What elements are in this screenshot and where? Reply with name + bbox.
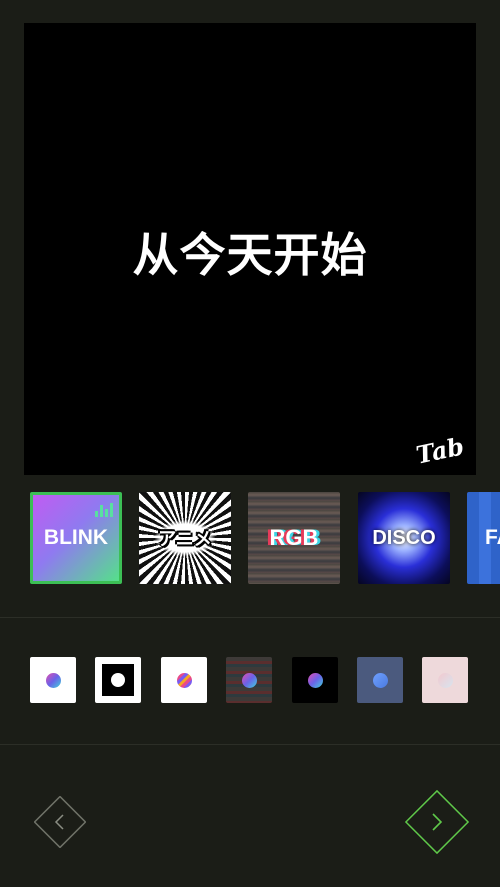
effect-rgb[interactable]: RGB: [248, 492, 340, 584]
style-white-gradient[interactable]: [30, 657, 76, 703]
effect-blink[interactable]: BLINK: [30, 492, 122, 584]
watermark-logo: Tab: [413, 431, 467, 470]
style-black-frame[interactable]: [95, 657, 141, 703]
equalizer-icon: [95, 503, 113, 517]
blue-dot-icon: [372, 672, 388, 688]
divider: [0, 617, 500, 618]
chevron-left-icon: [34, 796, 86, 848]
gradient-dot-icon: [241, 672, 257, 688]
style-strip[interactable]: [0, 657, 500, 703]
gradient-dot-icon: [307, 672, 323, 688]
preview-text: 从今天开始: [132, 228, 368, 282]
effect-label: BLINK: [43, 526, 109, 549]
effect-strip[interactable]: BLINK アニメ RGB DISCO FA: [0, 492, 500, 584]
style-white-rainbow[interactable]: [161, 657, 207, 703]
effect-label: DISCO: [372, 526, 436, 549]
style-glitch[interactable]: [226, 657, 272, 703]
frame-icon: [102, 664, 134, 696]
effect-disco[interactable]: DISCO: [358, 492, 450, 584]
next-button[interactable]: [405, 790, 469, 854]
previous-button[interactable]: [34, 796, 86, 848]
effect-label: アニメ: [158, 529, 212, 549]
gradient-dot-icon: [45, 672, 61, 688]
effect-label: RGB: [269, 525, 319, 550]
effect-anime[interactable]: アニメ: [139, 492, 231, 584]
style-slate-blue[interactable]: [357, 657, 403, 703]
effect-fa[interactable]: FA: [467, 492, 500, 584]
text-preview-canvas[interactable]: 从今天开始 Tab: [24, 23, 476, 475]
effect-label: FA: [485, 526, 500, 549]
style-pink-pastel[interactable]: [422, 657, 468, 703]
divider: [0, 744, 500, 745]
style-black-gradient[interactable]: [292, 657, 338, 703]
chevron-right-icon: [405, 790, 469, 854]
pastel-dot-icon: [437, 672, 453, 688]
rainbow-dot-icon: [176, 672, 192, 688]
white-dot-icon: [111, 673, 125, 687]
